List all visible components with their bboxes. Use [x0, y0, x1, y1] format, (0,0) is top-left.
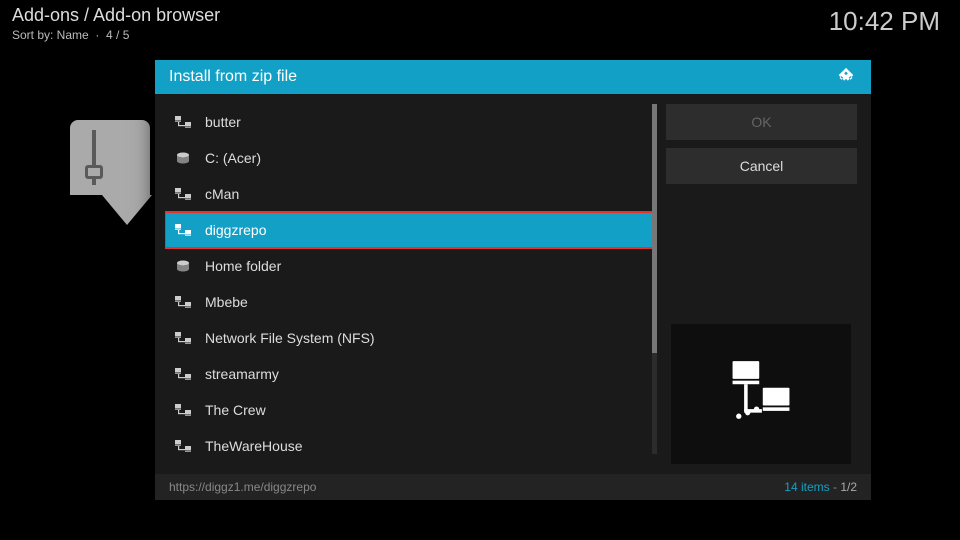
- list-item-label: Home folder: [205, 258, 281, 274]
- list-item-label: Network File System (NFS): [205, 330, 375, 346]
- sort-line: Sort by: Name · 4 / 5: [12, 28, 948, 42]
- list-item[interactable]: streamarmy: [165, 356, 656, 392]
- list-item-label: butter: [205, 114, 241, 130]
- list-item[interactable]: The Crew: [165, 392, 656, 428]
- disk-icon: [175, 152, 191, 164]
- zip-icon: [70, 120, 150, 240]
- list-item[interactable]: TheWareHouse: [165, 428, 656, 464]
- file-list-pane: butter C: (Acer) cMan diggzrepo Home folder M…: [155, 94, 656, 474]
- network-devices-icon: [671, 324, 851, 464]
- footer-item-count: 14 items: [784, 480, 829, 494]
- list-item[interactable]: butter: [165, 104, 656, 140]
- list-item[interactable]: diggzrepo: [165, 212, 656, 248]
- dialog-footer: https://diggz1.me/diggzrepo 14 items - 1…: [155, 474, 871, 500]
- network-share-icon: [175, 440, 191, 452]
- scrollbar[interactable]: [652, 104, 657, 454]
- network-share-icon: [175, 224, 191, 236]
- dialog-title: Install from zip file: [169, 68, 297, 86]
- cancel-button[interactable]: Cancel: [666, 148, 857, 184]
- dialog-side-pane: OK Cancel: [656, 94, 871, 474]
- network-share-icon: [175, 404, 191, 416]
- sort-page: 4 / 5: [106, 28, 129, 42]
- list-item-label: diggzrepo: [205, 222, 267, 238]
- network-share-icon: [175, 332, 191, 344]
- list-item[interactable]: Mbebe: [165, 284, 656, 320]
- network-share-icon: [175, 116, 191, 128]
- list-item-label: Mbebe: [205, 294, 248, 310]
- network-share-icon: [175, 368, 191, 380]
- sort-by-label: Sort by: Name: [12, 28, 89, 42]
- kodi-logo-icon: [835, 66, 857, 88]
- list-item[interactable]: cMan: [165, 176, 656, 212]
- list-item-label: TheWareHouse: [205, 438, 303, 454]
- list-item-label: cMan: [205, 186, 239, 202]
- footer-path: https://diggz1.me/diggzrepo: [169, 480, 316, 494]
- list-item-label: The Crew: [205, 402, 266, 418]
- disk-icon: [175, 260, 191, 272]
- breadcrumb: Add-ons / Add-on browser: [12, 5, 948, 26]
- footer-page: 1/2: [840, 480, 857, 494]
- install-from-zip-dialog: Install from zip file butter C: (Acer) cMa…: [155, 60, 871, 500]
- list-item-label: C: (Acer): [205, 150, 261, 166]
- list-item[interactable]: Home folder: [165, 248, 656, 284]
- list-item-label: streamarmy: [205, 366, 279, 382]
- list-item[interactable]: C: (Acer): [165, 140, 656, 176]
- network-share-icon: [175, 188, 191, 200]
- list-item[interactable]: Network File System (NFS): [165, 320, 656, 356]
- clock: 10:42 PM: [829, 6, 940, 37]
- scrollbar-thumb[interactable]: [652, 104, 657, 353]
- dialog-title-bar: Install from zip file: [155, 60, 871, 94]
- network-share-icon: [175, 296, 191, 308]
- ok-button[interactable]: OK: [666, 104, 857, 140]
- window-header: Add-ons / Add-on browser Sort by: Name ·…: [12, 5, 948, 42]
